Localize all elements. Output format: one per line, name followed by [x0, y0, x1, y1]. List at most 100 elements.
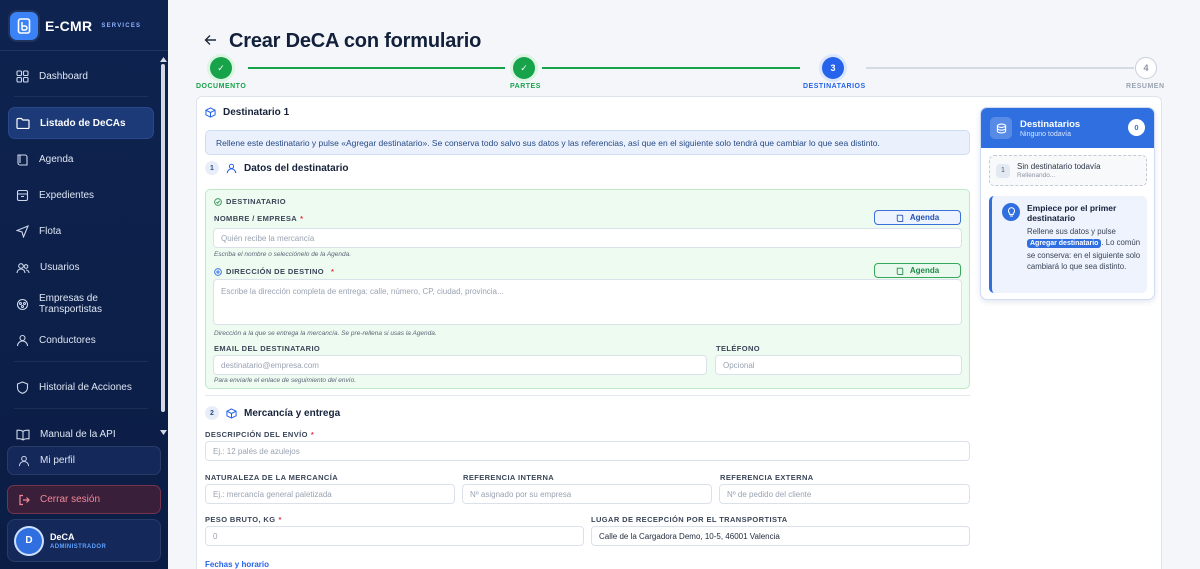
brand-logo-icon	[10, 12, 38, 40]
step-4-label: RESUMEN	[1126, 83, 1165, 90]
user-icon	[18, 455, 30, 466]
required-mark: *	[331, 267, 335, 276]
nature-input[interactable]: Ej.: mercancía general paletizada	[205, 484, 455, 504]
sidebar-item-conductores[interactable]: Conductores	[8, 324, 154, 356]
brand[interactable]: E-CMR SERVICES	[10, 12, 141, 40]
recipients-count-badge: 0	[1128, 119, 1145, 136]
archive-icon	[16, 190, 29, 202]
sidebar-item-label: Flota	[39, 226, 62, 238]
section-divider	[205, 395, 970, 396]
internal-reference-input[interactable]: Nº asignado por su empresa	[462, 484, 712, 504]
sidebar-item-label: Manual de la API	[40, 429, 116, 441]
logout-button[interactable]: Cerrar sesión	[7, 485, 161, 514]
sidebar-item-label-line1: Empresas de	[39, 293, 98, 305]
book-icon	[17, 154, 28, 166]
sidebar-item-agenda[interactable]: Agenda	[8, 143, 154, 175]
name-hint: Escriba el nombre o selecciónelo de la A…	[214, 251, 352, 258]
scroll-up-arrow-icon[interactable]	[160, 57, 167, 62]
user-role: ADMINISTRADOR	[50, 543, 107, 550]
nav-divider	[14, 360, 148, 362]
required-mark: *	[300, 214, 304, 223]
weight-label-text: PESO BRUTO, KG	[205, 515, 276, 524]
dates-schedule-link[interactable]: Fechas y horario	[205, 560, 269, 569]
shield-icon	[16, 381, 29, 394]
email-hint: Para enviarle el enlace de seguimiento d…	[214, 377, 357, 384]
sidebar-nav: Dashboard Listado de DeCAs Agenda Expedi…	[8, 60, 154, 455]
pickup-label: LUGAR DE RECEPCIÓN POR EL TRANSPORTISTA	[591, 515, 788, 524]
brand-sub: SERVICES	[101, 23, 142, 29]
box-icon	[205, 107, 216, 118]
tip-title: Empiece por el primer destinatario	[1027, 203, 1117, 223]
stepper: ✓ DOCUMENTO ✓ PARTES 3 DESTINATARIOS 4 R…	[168, 57, 1200, 97]
sidebar-item-label: Listado de DeCAs	[40, 117, 126, 129]
step-connector	[542, 67, 800, 69]
circle-check-icon	[214, 197, 222, 206]
recipients-panel: Destinatarios Ninguno todavía 0 1 Sin de…	[980, 107, 1155, 300]
step-1-marker[interactable]: ✓	[210, 57, 232, 79]
back-arrow-icon[interactable]	[204, 34, 217, 46]
nature-label: NATURALEZA DE LA MERCANCÍA	[205, 473, 339, 482]
grid-icon	[16, 69, 29, 83]
sidebar-item-label: Usuarios	[40, 262, 80, 274]
step-3-marker[interactable]: 3	[822, 57, 844, 79]
info-banner: Rellene este destinatario y pulse «Agreg…	[205, 130, 970, 155]
pickup-location-input[interactable]: Calle de la Cargadora Demo, 10-5, 46001 …	[591, 526, 970, 546]
recipient-name-input[interactable]: Quién recibe la mercancía	[213, 228, 962, 248]
tip-add-recipient-pill: Agregar destinatario	[1027, 239, 1102, 249]
step-4-marker[interactable]: 4	[1135, 57, 1157, 79]
step-connector	[248, 67, 505, 69]
lightbulb-icon	[1002, 203, 1020, 221]
description-input[interactable]: Ej.: 12 palés de azulejos	[205, 441, 970, 461]
book-icon	[896, 267, 904, 275]
phone-input[interactable]: Opcional	[715, 355, 962, 375]
address-textarea[interactable]: Escribe la dirección completa de entrega…	[213, 279, 962, 325]
sidebar-item-label-line2: Transportistas	[39, 304, 102, 316]
user-card[interactable]: D DeCA ADMINISTRADOR	[7, 519, 161, 562]
required-mark: *	[278, 515, 282, 524]
user-icon	[16, 334, 29, 346]
recipient-placeholder-item[interactable]: 1 Sin destinatario todavía Rellenando...	[989, 155, 1147, 186]
page-title: Crear DeCA con formulario	[229, 30, 482, 52]
book-icon	[896, 214, 904, 222]
avatar: D	[16, 527, 42, 554]
name-label: NOMBRE / EMPRESA *	[214, 214, 303, 223]
sidebar-item-flota[interactable]: Flota	[8, 216, 154, 248]
recipients-panel-header: Destinatarios Ninguno todavía 0	[981, 108, 1154, 148]
step-2-marker[interactable]: ✓	[513, 57, 535, 79]
sidebar-item-label: Expedientes	[39, 190, 95, 202]
layers-icon	[990, 117, 1012, 139]
step-1-label: DOCUMENTO	[196, 83, 247, 90]
phone-label: TELÉFONO	[716, 344, 761, 353]
recipient-item-status: Rellenando...	[1017, 172, 1056, 179]
section-2-header: 2 Mercancía y entrega	[205, 406, 340, 420]
external-reference-input[interactable]: Nº de pedido del cliente	[719, 484, 970, 504]
person-icon	[226, 163, 237, 173]
ref-ext-label: REFERENCIA EXTERNA	[720, 473, 814, 482]
box-icon	[226, 407, 237, 419]
step-3-label: DESTINATARIOS	[803, 83, 866, 90]
sidebar-item-dashboard[interactable]: Dashboard	[8, 60, 154, 92]
sidebar-item-empresas-transportistas[interactable]: Empresas de Transportistas	[8, 288, 154, 320]
sidebar-item-usuarios[interactable]: Usuarios	[8, 252, 154, 284]
name-label-text: NOMBRE / EMPRESA	[214, 214, 298, 223]
sidebar-scrollbar-thumb[interactable]	[161, 64, 165, 412]
agenda-button-address[interactable]: Agenda	[874, 263, 961, 278]
section-number: 1	[205, 161, 219, 175]
email-input[interactable]: destinatario@empresa.com	[213, 355, 707, 375]
agenda-button-name[interactable]: Agenda	[874, 210, 961, 225]
agenda-button-label: Agenda	[909, 213, 940, 222]
weight-input[interactable]: 0	[205, 526, 584, 546]
section-1-header: 1 Datos del destinatario	[205, 161, 348, 175]
sidebar-item-expedientes[interactable]: Expedientes	[8, 180, 154, 212]
sidebar-item-listado-decas[interactable]: Listado de DeCAs	[8, 107, 154, 140]
scroll-down-arrow-icon[interactable]	[160, 430, 167, 435]
desc-label: DESCRIPCIÓN DEL ENVÍO *	[205, 430, 314, 439]
sidebar-item-historial[interactable]: Historial de Acciones	[8, 372, 154, 404]
recipient-group-label: DESTINATARIO	[214, 197, 286, 206]
section-title: Datos del destinatario	[244, 162, 349, 174]
sidebar-item-label: Conductores	[39, 334, 96, 346]
profile-button[interactable]: Mi perfil	[7, 446, 161, 475]
recipients-panel-title: Destinatarios	[1020, 118, 1081, 130]
recipient-group: DESTINATARIO NOMBRE / EMPRESA * Agenda Qu…	[205, 189, 970, 389]
folder-icon	[16, 118, 30, 130]
